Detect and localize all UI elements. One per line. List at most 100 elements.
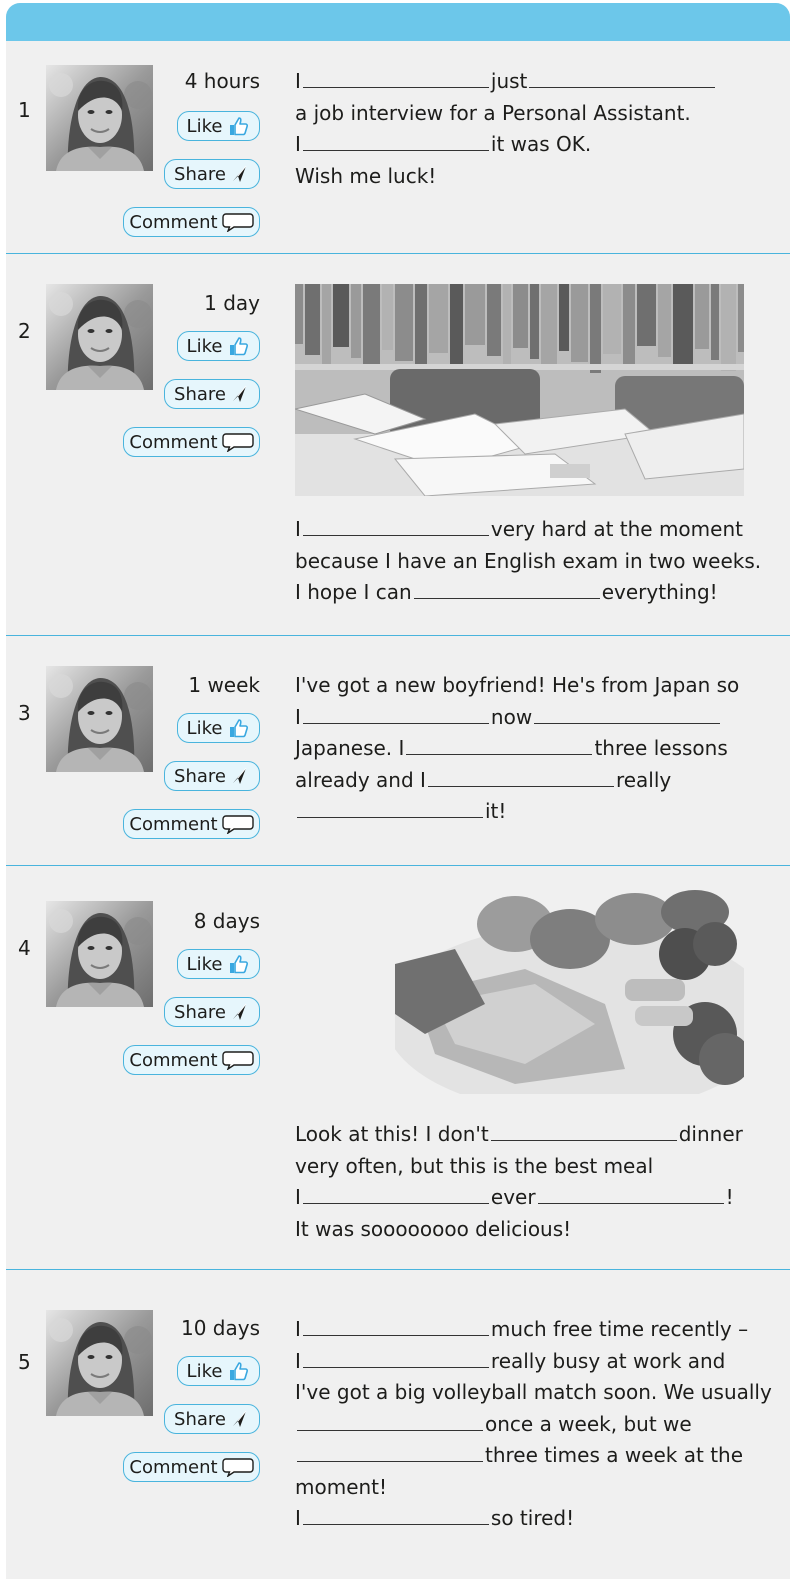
answer-blank[interactable] (302, 1523, 489, 1525)
text-line: Inow (295, 702, 739, 734)
share-label: Share (174, 765, 226, 787)
like-label: Like (186, 953, 223, 975)
comment-label: Comment (129, 1049, 218, 1071)
text-segment: I (295, 517, 301, 541)
share-label: Share (174, 383, 226, 405)
thumbs-up-icon (226, 1359, 250, 1383)
text-segment: I (295, 132, 301, 156)
post-divider (6, 635, 790, 636)
answer-blank[interactable] (302, 1202, 489, 1204)
text-line: I hope I can everything! (295, 577, 761, 609)
share-button[interactable]: Share (164, 159, 260, 189)
thumbs-up-icon (226, 716, 250, 740)
text-segment: Japanese. I (295, 736, 405, 760)
post-time: 1 day (204, 291, 260, 315)
text-segment: because I have an English exam in two we… (295, 548, 762, 573)
text-line: because I have an English exam in two we… (295, 546, 761, 578)
like-label: Like (186, 335, 223, 357)
post-number: 4 (18, 936, 31, 960)
speech-bubble-icon (221, 1457, 254, 1477)
comment-button[interactable]: Comment (123, 1045, 260, 1075)
answer-blank[interactable] (297, 1460, 483, 1462)
text-segment: much free time recently – (490, 1317, 749, 1341)
answer-blank[interactable] (534, 722, 721, 724)
like-button[interactable]: Like (177, 949, 260, 979)
send-arrow-icon (230, 164, 250, 184)
thumbs-up-icon (226, 334, 250, 358)
text-segment: a job interview for a Personal Assistant… (295, 100, 691, 125)
share-button[interactable]: Share (164, 1404, 260, 1434)
answer-blank[interactable] (302, 534, 489, 536)
text-segment: three times a week at the (485, 1443, 744, 1467)
answer-blank[interactable] (490, 1139, 677, 1141)
share-button[interactable]: Share (164, 379, 260, 409)
like-button[interactable]: Like (177, 1356, 260, 1386)
text-line: It was soooooooo delicious! (295, 1214, 743, 1246)
send-arrow-icon (230, 384, 250, 404)
text-segment: I (295, 1185, 301, 1209)
answer-blank[interactable] (297, 1429, 483, 1431)
text-segment: I (295, 1317, 301, 1341)
comment-button[interactable]: Comment (123, 427, 260, 457)
text-segment: ever (490, 1185, 536, 1209)
text-line: a job interview for a Personal Assistant… (295, 98, 717, 130)
speech-bubble-icon (221, 1050, 254, 1070)
avatar[interactable] (46, 65, 153, 171)
send-arrow-icon (230, 766, 250, 786)
post-number: 1 (18, 98, 31, 122)
post-number: 3 (18, 701, 31, 725)
text-line: I've got a new boyfriend! He's from Japa… (295, 670, 739, 702)
like-button[interactable]: Like (177, 331, 260, 361)
text-line: it! (295, 796, 739, 828)
answer-blank[interactable] (302, 86, 489, 88)
text-segment: I've got a big volleyball match soon. We… (295, 1380, 772, 1404)
text-segment: very often, but this is the best meal (295, 1153, 654, 1178)
post-text: Ivery hard at the moment because I have a… (295, 514, 761, 609)
text-segment: ! (725, 1185, 734, 1209)
text-segment: really (615, 767, 672, 792)
post-text: Look at this! I don't dinner very often, b… (295, 1119, 743, 1245)
share-button[interactable]: Share (164, 997, 260, 1027)
thumbs-up-icon (226, 114, 250, 138)
answer-blank[interactable] (406, 753, 593, 755)
text-segment: I (295, 69, 301, 93)
text-segment: already and I (295, 767, 426, 792)
books-photo (295, 284, 744, 496)
post-time: 4 hours (184, 69, 260, 93)
answer-blank[interactable] (302, 1334, 489, 1336)
like-button[interactable]: Like (177, 713, 260, 743)
answer-blank[interactable] (427, 785, 614, 787)
answer-blank[interactable] (302, 722, 489, 724)
answer-blank[interactable] (302, 1366, 489, 1368)
answer-blank[interactable] (302, 149, 489, 151)
answer-blank[interactable] (413, 597, 600, 599)
speech-bubble-icon (221, 814, 254, 834)
comment-button[interactable]: Comment (123, 207, 260, 237)
like-button[interactable]: Like (177, 111, 260, 141)
post-text: Imuch free time recently – Ireally busy a… (295, 1314, 772, 1535)
text-line: Iever! (295, 1182, 743, 1214)
post-number: 2 (18, 319, 31, 343)
text-line: Ireally busy at work and (295, 1346, 772, 1378)
text-segment: very hard at the moment (490, 517, 743, 541)
share-label: Share (174, 1408, 226, 1430)
text-line: Look at this! I don't dinner (295, 1119, 743, 1151)
avatar[interactable] (46, 901, 153, 1007)
answer-blank[interactable] (297, 816, 483, 818)
comment-label: Comment (129, 431, 218, 453)
answer-blank[interactable] (537, 1202, 724, 1204)
post-text: I've got a new boyfriend! He's from Japa… (295, 670, 739, 828)
avatar[interactable] (46, 1310, 153, 1416)
post-divider (6, 865, 790, 866)
avatar[interactable] (46, 666, 153, 772)
text-line: Iso tired! (295, 1503, 772, 1535)
text-segment: now (490, 704, 533, 729)
comment-button[interactable]: Comment (123, 809, 260, 839)
answer-blank[interactable] (529, 86, 716, 88)
comment-button[interactable]: Comment (123, 1452, 260, 1482)
avatar[interactable] (46, 284, 153, 390)
text-line: already and I really (295, 765, 739, 797)
share-button[interactable]: Share (164, 761, 260, 791)
text-line: three times a week at the (295, 1440, 772, 1472)
thumbs-up-icon (226, 952, 250, 976)
